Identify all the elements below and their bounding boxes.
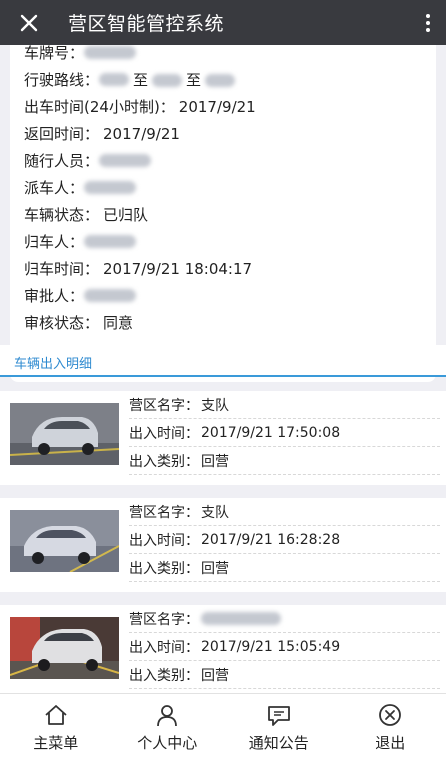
- nav-profile[interactable]: 个人中心: [112, 694, 224, 760]
- vehicle-photo[interactable]: [10, 403, 119, 465]
- access-type-line: 出入类别： 回营: [129, 661, 440, 689]
- redacted-value: [84, 181, 137, 194]
- detail-row-approval-status: 审核状态： 同意: [24, 314, 134, 332]
- more-vertical-icon: [426, 13, 430, 18]
- user-icon: [157, 704, 178, 726]
- redacted-value: [84, 46, 137, 59]
- title-bar: 营区智能管控系统: [0, 0, 446, 45]
- redacted-value: [84, 289, 137, 302]
- records-section-title: 车辆出入明细: [0, 345, 446, 377]
- close-button[interactable]: [0, 0, 58, 45]
- close-icon: [20, 14, 38, 31]
- list-item[interactable]: 营区名字： 出入时间： 2017/9/21 15:05:49 出入类别： 回营: [0, 605, 446, 693]
- vehicle-photo[interactable]: [10, 510, 119, 572]
- camp-name-line: 营区名字： 支队: [129, 498, 440, 526]
- access-time-line: 出入时间： 2017/9/21 15:05:49: [129, 633, 440, 661]
- camp-name-line: 营区名字：: [129, 605, 440, 633]
- detail-row-return-time: 返回时间： 2017/9/21: [24, 124, 180, 144]
- detail-row-companions: 随行人员：: [24, 147, 422, 174]
- camp-name-line: 营区名字： 支队: [129, 391, 440, 419]
- redacted-value: [84, 235, 137, 248]
- content-scroll[interactable]: 车牌号： 行驶路线： 至 至 出车时间(24小时制)： 2017/9/21 返回…: [0, 45, 446, 693]
- message-icon: [267, 705, 290, 726]
- detail-row-return-datetime: 归车时间： 2017/9/21 18:04:17: [24, 259, 253, 279]
- redacted-value: [152, 73, 183, 87]
- redacted-value: [99, 73, 130, 86]
- access-time-line: 出入时间： 2017/9/21 16:28:28: [129, 526, 440, 554]
- more-menu-button[interactable]: [410, 0, 446, 45]
- redacted-value: [205, 73, 236, 87]
- page-title: 营区智能管控系统: [68, 13, 225, 35]
- detail-row-approver: 审批人：: [24, 282, 422, 309]
- access-time-line: 出入时间： 2017/9/21 17:50:08: [129, 419, 440, 447]
- detail-row-route: 行驶路线： 至 至: [24, 66, 422, 93]
- nav-main-menu[interactable]: 主菜单: [0, 694, 112, 760]
- redacted-value: [201, 612, 281, 625]
- access-type-line: 出入类别： 回营: [129, 447, 440, 475]
- trip-detail-card: 车牌号： 行驶路线： 至 至 出车时间(24小时制)： 2017/9/21 返回…: [10, 45, 436, 382]
- vehicle-photo[interactable]: [10, 617, 119, 679]
- list-item[interactable]: 营区名字： 支队 出入时间： 2017/9/21 16:28:28 出入类别： 回营: [0, 498, 446, 592]
- access-type-line: 出入类别： 回营: [129, 554, 440, 582]
- detail-row-dispatcher: 派车人：: [24, 174, 422, 201]
- detail-row-returner: 归车人：: [24, 228, 422, 255]
- home-icon: [45, 704, 67, 725]
- exit-icon: [379, 703, 402, 726]
- nav-notices[interactable]: 通知公告: [223, 694, 335, 760]
- bottom-nav: 主菜单 个人中心 通知公告 退出: [0, 693, 446, 760]
- redacted-value: [99, 154, 152, 167]
- detail-row-depart-time: 出车时间(24小时制)： 2017/9/21: [24, 97, 256, 117]
- nav-exit[interactable]: 退出: [335, 694, 446, 760]
- detail-row-plate: 车牌号：: [24, 45, 422, 66]
- list-item[interactable]: 营区名字： 支队 出入时间： 2017/9/21 17:50:08 出入类别： 回营: [0, 391, 446, 485]
- detail-row-vehicle-status: 车辆状态： 已归队: [24, 206, 149, 224]
